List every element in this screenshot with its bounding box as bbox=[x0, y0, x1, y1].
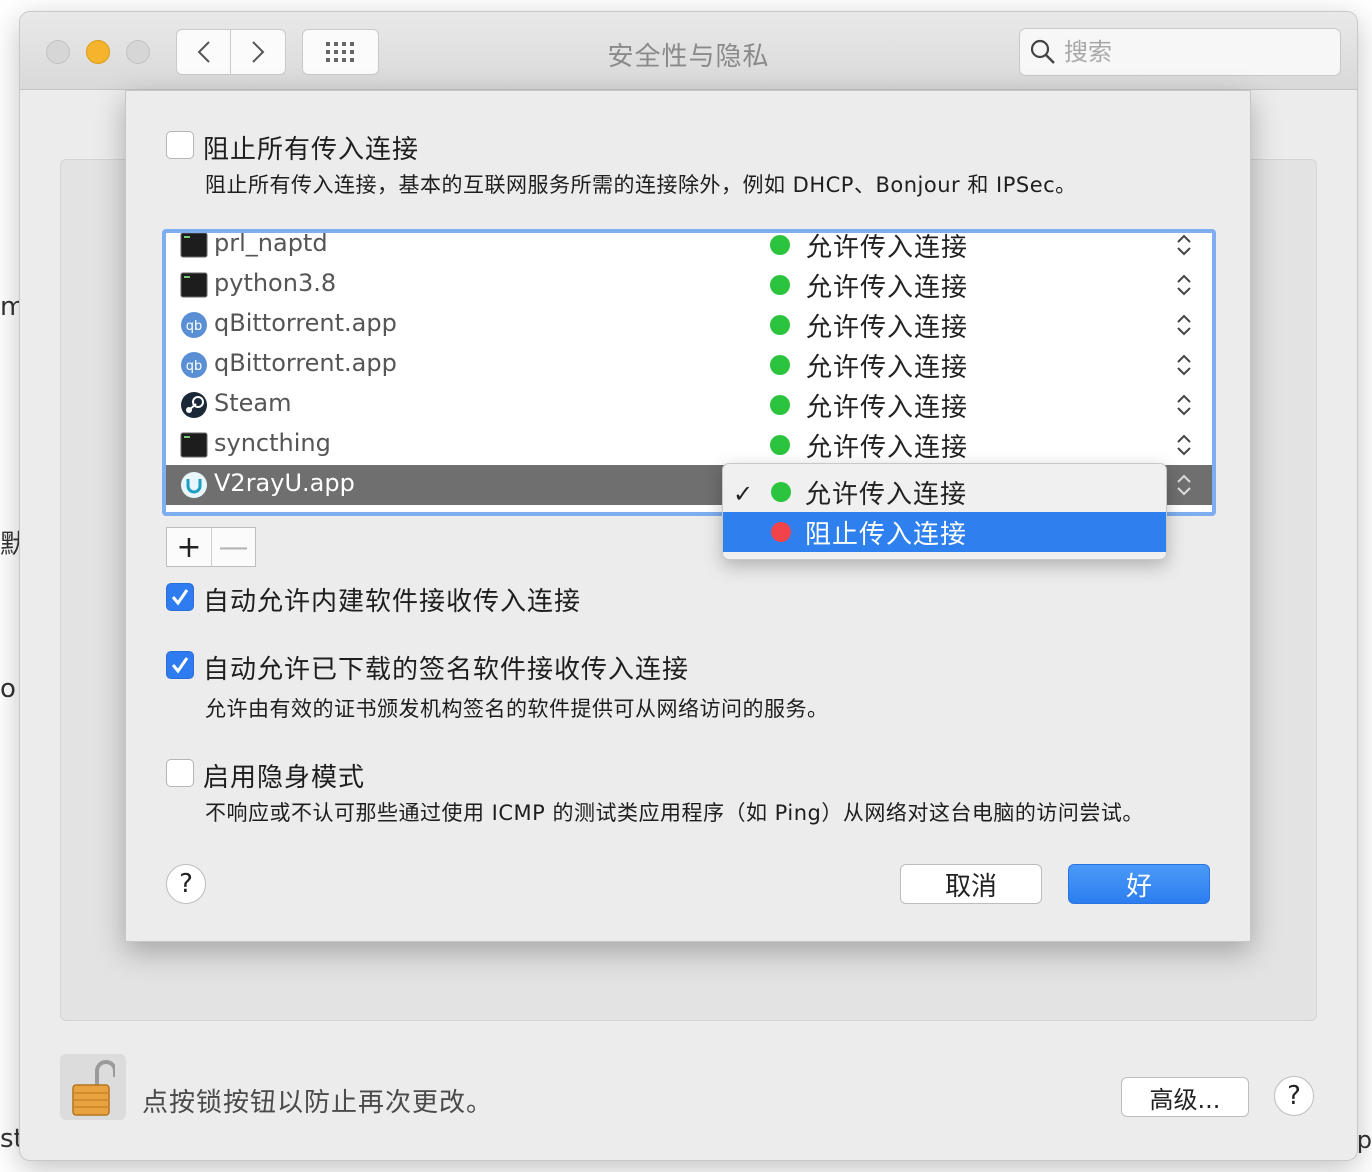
background-page bbox=[0, 0, 20, 1172]
v2rayu-icon bbox=[181, 472, 207, 498]
search-icon bbox=[1030, 39, 1055, 64]
allow-status-dot bbox=[771, 482, 791, 502]
block-status-dot bbox=[771, 522, 791, 542]
allow-status-dot bbox=[770, 315, 790, 335]
svg-text:qb: qb bbox=[186, 319, 203, 334]
add-app-button[interactable]: + bbox=[167, 528, 211, 566]
checkmark-icon bbox=[171, 589, 189, 606]
unlocked-padlock-icon bbox=[72, 1060, 115, 1116]
sheet-help-button[interactable]: ? bbox=[166, 864, 206, 904]
app-status[interactable]: 允许传入连接 bbox=[806, 233, 968, 264]
allow-status-dot bbox=[770, 355, 790, 375]
auto-allow-signed-label: 自动允许已下载的签名软件接收传入连接 bbox=[203, 655, 690, 685]
add-remove-control: + — bbox=[166, 527, 256, 567]
qbittorrent-icon: qb bbox=[181, 312, 207, 338]
app-name: V2rayU.app bbox=[214, 469, 355, 497]
block-all-description: 阻止所有传入连接，基本的互联网服务所需的连接除外，例如 DHCP、Bonjour… bbox=[205, 173, 1077, 197]
ok-button[interactable]: 好 bbox=[1068, 864, 1210, 904]
bottom-bar: 点按锁按钮以防止再次更改。 高级... ? bbox=[20, 1052, 1357, 1160]
popup-stepper-icon[interactable] bbox=[1176, 353, 1192, 377]
allow-status-dot bbox=[770, 275, 790, 295]
app-row[interactable]: Steam 允许传入连接 bbox=[166, 385, 1212, 425]
lock-hint-text: 点按锁按钮以防止再次更改。 bbox=[142, 1088, 494, 1118]
app-name: syncthing bbox=[214, 429, 331, 457]
menu-item-allow[interactable]: ✓ 允许传入连接 bbox=[723, 472, 1166, 512]
allow-status-dot bbox=[770, 435, 790, 455]
app-row[interactable]: qb qBittorrent.app 允许传入连接 bbox=[166, 345, 1212, 385]
allow-status-dot bbox=[770, 235, 790, 255]
lock-button[interactable] bbox=[60, 1054, 126, 1120]
menu-item-block[interactable]: 阻止传入连接 bbox=[723, 512, 1166, 552]
menu-item-label: 阻止传入连接 bbox=[805, 520, 968, 550]
app-name: prl_naptd bbox=[214, 229, 328, 257]
steam-icon bbox=[181, 392, 207, 418]
stealth-mode-label: 启用隐身模式 bbox=[203, 763, 366, 793]
background-text-fragment: p bbox=[1356, 1126, 1372, 1154]
app-row[interactable]: syncthing 允许传入连接 bbox=[166, 425, 1212, 465]
checkmark-icon bbox=[171, 657, 189, 674]
block-all-label: 阻止所有传入连接 bbox=[203, 135, 420, 165]
menu-item-label: 允许传入连接 bbox=[805, 480, 968, 510]
app-name: qBittorrent.app bbox=[214, 309, 397, 337]
advanced-button[interactable]: 高级... bbox=[1121, 1077, 1249, 1117]
popup-stepper-icon[interactable] bbox=[1176, 273, 1192, 297]
auto-allow-signed-description: 允许由有效的证书颁发机构签名的软件提供可从网络访问的服务。 bbox=[205, 697, 829, 721]
popup-stepper-icon[interactable] bbox=[1176, 233, 1192, 257]
app-name: qBittorrent.app bbox=[214, 349, 397, 377]
checkmark-icon: ✓ bbox=[733, 480, 754, 508]
cancel-button[interactable]: 取消 bbox=[900, 864, 1042, 904]
background-text-fragment: o bbox=[0, 674, 16, 704]
qbittorrent-icon: qb bbox=[181, 352, 207, 378]
stealth-mode-description: 不响应或不认可那些通过使用 ICMP 的测试类应用程序（如 Ping）从网络对这… bbox=[205, 801, 1144, 825]
terminal-icon bbox=[180, 233, 208, 258]
remove-app-button[interactable]: — bbox=[210, 528, 255, 566]
popup-stepper-icon[interactable] bbox=[1176, 433, 1192, 457]
app-row[interactable]: python3.8 允许传入连接 bbox=[166, 265, 1212, 305]
app-row[interactable]: prl_naptd 允许传入连接 bbox=[166, 229, 1212, 265]
stealth-mode-checkbox[interactable] bbox=[166, 759, 194, 787]
app-name: Steam bbox=[214, 389, 292, 417]
auto-allow-builtin-checkbox[interactable] bbox=[166, 583, 194, 611]
title-bar: 安全性与隐私 bbox=[20, 12, 1357, 90]
app-status[interactable]: 允许传入连接 bbox=[806, 427, 968, 464]
terminal-icon bbox=[180, 272, 208, 298]
auto-allow-signed-checkbox[interactable] bbox=[166, 651, 194, 679]
app-status[interactable]: 允许传入连接 bbox=[806, 267, 968, 304]
app-row[interactable]: qb qBittorrent.app 允许传入连接 bbox=[166, 305, 1212, 345]
app-status[interactable]: 允许传入连接 bbox=[806, 387, 968, 424]
app-name: python3.8 bbox=[214, 269, 337, 297]
popup-stepper-icon[interactable] bbox=[1176, 393, 1192, 417]
auto-allow-builtin-label: 自动允许内建软件接收传入连接 bbox=[203, 587, 582, 617]
app-status[interactable]: 允许传入连接 bbox=[806, 307, 968, 344]
connection-popup-menu: ✓ 允许传入连接 阻止传入连接 bbox=[722, 463, 1167, 560]
popup-stepper-icon[interactable] bbox=[1176, 313, 1192, 337]
svg-text:qb: qb bbox=[186, 359, 203, 374]
block-all-checkbox[interactable] bbox=[166, 131, 194, 159]
help-button[interactable]: ? bbox=[1274, 1076, 1314, 1116]
app-status[interactable]: 允许传入连接 bbox=[806, 347, 968, 384]
search-field[interactable] bbox=[1019, 28, 1341, 76]
popup-stepper-icon[interactable] bbox=[1176, 473, 1192, 497]
search-input[interactable] bbox=[1064, 38, 1324, 66]
terminal-icon bbox=[180, 432, 208, 458]
allow-status-dot bbox=[770, 395, 790, 415]
